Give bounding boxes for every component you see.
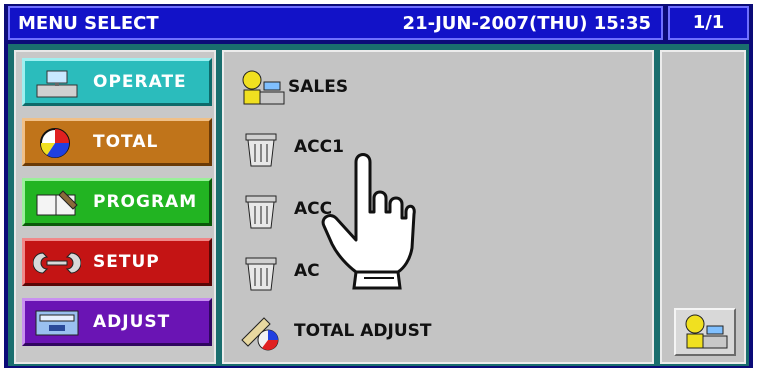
sidebar: OPERATE TOTAL PROGRAM SETUP ADJUST: [14, 50, 216, 364]
right-panel: [660, 50, 746, 364]
sidebar-item-label: PROGRAM: [93, 192, 198, 212]
sidebar-item-label: TOTAL: [93, 132, 159, 152]
operator-scale-icon: [685, 314, 728, 349]
menu-item-label: SALES: [288, 77, 349, 97]
menu-item-label: TOTAL ADJUST: [294, 321, 432, 341]
sidebar-item-label: SETUP: [93, 252, 160, 272]
sidebar-item-setup[interactable]: SETUP: [22, 238, 212, 286]
menu-item-acc3[interactable]: AC: [238, 248, 598, 296]
page-title: MENU SELECT: [18, 13, 159, 34]
wrench-icon: [33, 252, 81, 274]
notebook-icon: [36, 190, 78, 216]
sidebar-item-adjust[interactable]: ADJUST: [22, 298, 212, 346]
menu-item-acc2[interactable]: ACC: [238, 186, 598, 234]
trash-bin-icon: [245, 257, 277, 291]
menu-item-total-adjust[interactable]: TOTAL ADJUST: [238, 308, 598, 356]
menu-item-label: AC: [294, 261, 320, 281]
keyboard-icon: [35, 310, 79, 336]
sidebar-item-total[interactable]: TOTAL: [22, 118, 212, 166]
operator-scale-icon: [242, 70, 285, 105]
main-area: OPERATE TOTAL PROGRAM SETUP ADJUST SALES…: [8, 44, 749, 366]
scale-icon: [36, 70, 78, 98]
menu-item-acc1[interactable]: ACC1: [238, 124, 598, 172]
menu-item-sales[interactable]: SALES: [238, 64, 598, 112]
submenu-panel: SALES ACC1 ACC AC TOTAL ADJUST: [222, 50, 654, 364]
page-indicator: 1/1: [668, 6, 749, 40]
trash-bin-icon: [245, 133, 277, 167]
trash-bin-icon: [245, 195, 277, 229]
sidebar-item-program[interactable]: PROGRAM: [22, 178, 212, 226]
pie-chart-icon: [40, 128, 70, 158]
datetime: 21-JUN-2007(THU) 15:35: [402, 13, 651, 34]
pencil-chart-icon: [241, 317, 279, 351]
sidebar-item-label: OPERATE: [93, 72, 187, 92]
device-screen: MENU SELECT 21-JUN-2007(THU) 15:35 1/1 O…: [4, 4, 753, 368]
operator-button[interactable]: [674, 308, 736, 356]
pointing-hand-icon: [321, 153, 416, 290]
sidebar-item-label: ADJUST: [93, 312, 171, 332]
header-bar: MENU SELECT 21-JUN-2007(THU) 15:35: [8, 6, 663, 40]
sidebar-item-operate[interactable]: OPERATE: [22, 58, 212, 106]
